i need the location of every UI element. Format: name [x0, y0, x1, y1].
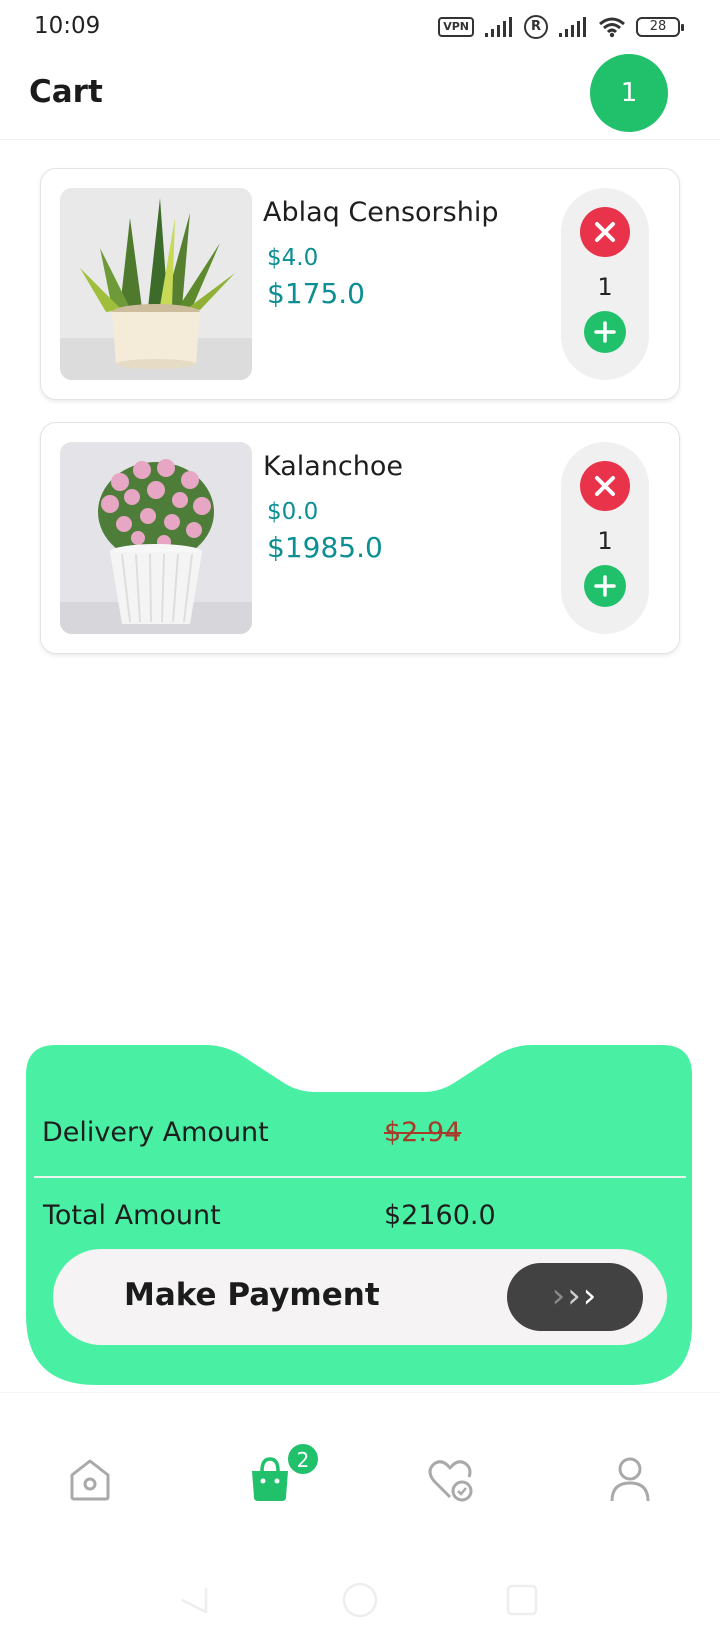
- page-title: Cart: [29, 74, 103, 110]
- battery-icon: 28: [636, 17, 684, 37]
- back-icon[interactable]: [176, 1580, 216, 1620]
- summary-divider: [34, 1176, 686, 1178]
- plus-icon: [594, 321, 616, 343]
- status-bar: 10:09 VPN R 28: [0, 0, 720, 54]
- system-navigation-bar: [0, 1560, 720, 1650]
- close-icon: [595, 222, 615, 242]
- product-name: Kalanchoe: [263, 451, 404, 482]
- delivery-amount-value: $2.94: [384, 1117, 462, 1148]
- product-image: [60, 442, 252, 634]
- vpn-icon: VPN: [438, 17, 474, 37]
- triple-chevron-right-icon[interactable]: ›››: [507, 1263, 643, 1331]
- cart-item: Kalanchoe $0.0 $1985.0 1: [40, 422, 680, 654]
- nav-home[interactable]: [62, 1451, 118, 1507]
- quantity-stepper: 1: [561, 188, 649, 380]
- order-summary-panel: Delivery Amount $2.94 Total Amount $2160…: [26, 1045, 692, 1385]
- make-payment-button[interactable]: Make Payment ›››: [53, 1249, 667, 1345]
- total-amount-label: Total Amount: [43, 1200, 221, 1231]
- status-time: 10:09: [34, 13, 101, 39]
- delivery-amount-label: Delivery Amount: [42, 1117, 269, 1148]
- remove-item-button[interactable]: [580, 461, 630, 511]
- wifi-icon: [599, 17, 625, 38]
- product-name: Ablaq Censorship: [263, 197, 499, 228]
- total-amount-value: $2160.0: [384, 1200, 496, 1231]
- product-image: [60, 188, 252, 380]
- recent-apps-icon[interactable]: [502, 1580, 542, 1620]
- status-icons: VPN R 28: [438, 14, 684, 40]
- increase-quantity-button[interactable]: [584, 565, 626, 607]
- unit-price: $4.0: [267, 245, 319, 271]
- registered-icon: R: [524, 15, 548, 39]
- total-price: $175.0: [267, 277, 365, 310]
- snake-plant-image: [60, 188, 252, 380]
- cart-count-badge[interactable]: 1: [590, 54, 668, 132]
- nav-profile[interactable]: [602, 1451, 658, 1507]
- favorites-heart-icon: [428, 1460, 473, 1502]
- cart-badge: 2: [286, 1442, 320, 1476]
- cart-list: Ablaq Censorship $4.0 $175.0 1 Kalanchoe…: [40, 168, 680, 676]
- unit-price: $0.0: [267, 499, 319, 525]
- bottom-nav: 2: [0, 1392, 720, 1522]
- total-price: $1985.0: [267, 531, 383, 564]
- home-icon: [70, 1459, 110, 1501]
- quantity-value: 1: [597, 273, 613, 301]
- quantity-value: 1: [597, 527, 613, 555]
- remove-item-button[interactable]: [580, 207, 630, 257]
- increase-quantity-button[interactable]: [584, 311, 626, 353]
- signal-icon-2: [559, 17, 586, 37]
- quantity-stepper: 1: [561, 442, 649, 634]
- home-circle-icon[interactable]: [340, 1580, 380, 1620]
- signal-icon: [485, 17, 512, 37]
- close-icon: [595, 476, 615, 496]
- app-header: Cart 1: [0, 54, 720, 140]
- profile-icon: [610, 1457, 650, 1502]
- cart-item: Ablaq Censorship $4.0 $175.0 1: [40, 168, 680, 400]
- kalanchoe-image: [60, 442, 252, 634]
- plus-icon: [594, 575, 616, 597]
- nav-favorites[interactable]: [422, 1451, 478, 1507]
- make-payment-label: Make Payment: [124, 1277, 380, 1313]
